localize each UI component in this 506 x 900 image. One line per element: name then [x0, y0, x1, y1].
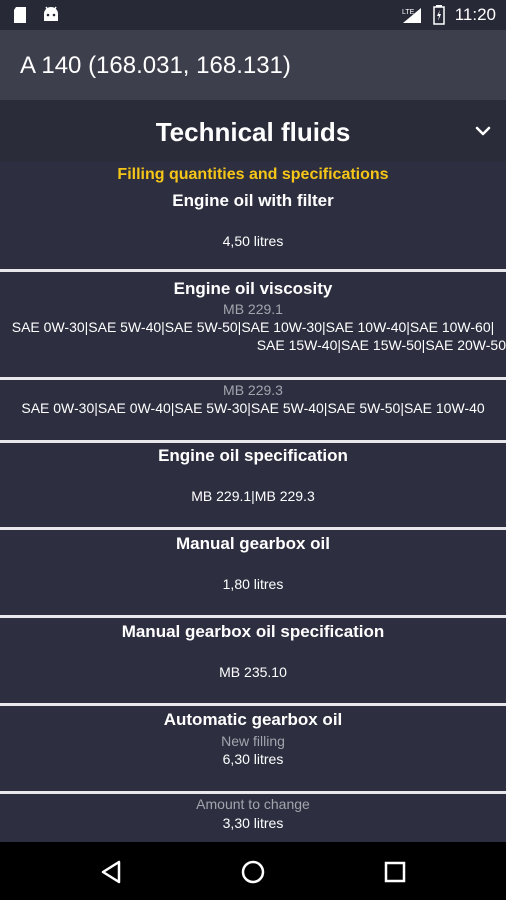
nav-bar [0, 842, 506, 900]
viscosity-mb2293-label: MB 229.3 [223, 382, 283, 398]
home-icon[interactable] [238, 857, 268, 887]
battery-icon [432, 5, 445, 25]
chevron-down-icon[interactable] [472, 120, 494, 142]
engine-oil-filter-title: Engine oil with filter [172, 191, 334, 210]
manual-gearbox-oil-title: Manual gearbox oil [176, 534, 330, 553]
manual-gearbox-oil-block: Manual gearbox oil 1,80 litres [0, 530, 506, 618]
sd-card-icon [14, 7, 26, 23]
engine-oil-filter-block: Engine oil with filter 4,50 litres [0, 186, 506, 272]
engine-oil-spec-block: Engine oil specification MB 229.1|MB 229… [0, 443, 506, 530]
manual-gearbox-spec-block: Manual gearbox oil specification MB 235.… [0, 618, 506, 706]
manual-gearbox-oil-value: 1,80 litres [222, 576, 284, 592]
new-filling-value: 6,30 litres [222, 751, 284, 767]
app-bar: A 140 (168.031, 168.131) [0, 30, 506, 100]
new-filling-label: New filling [221, 733, 285, 749]
auto-gearbox-oil-block: Automatic gearbox oil New filling 6,30 l… [0, 706, 506, 794]
engine-oil-spec-title: Engine oil specification [158, 446, 348, 465]
status-time: 11:20 [454, 5, 496, 24]
filling-subtitle: Filling quantities and specifications [117, 166, 389, 183]
amount-to-change-value: 3,30 litres [222, 815, 284, 831]
status-bar: LTE 11:20 [0, 0, 506, 30]
viscosity-mb2291-line2: SAE 15W-40|SAE 15W-50|SAE 20W-50 [256, 337, 506, 353]
section-title: Technical fluids [155, 117, 351, 147]
engine-oil-viscosity-block: Engine oil viscosity MB 229.1 SAE 0W-30|… [0, 272, 506, 380]
android-icon [44, 6, 58, 21]
viscosity-mb2293-line1: SAE 0W-30|SAE 0W-40|SAE 5W-30|SAE 5W-40|… [21, 400, 485, 416]
engine-oil-spec-value: MB 229.1|MB 229.3 [191, 488, 315, 504]
recents-icon[interactable] [380, 857, 410, 887]
back-icon[interactable] [97, 857, 127, 887]
fluids-content[interactable]: Filling quantities and specifications En… [0, 162, 506, 842]
page-title: A 140 (168.031, 168.131) [20, 52, 291, 79]
amount-to-change-block: Amount to change 3,30 litres [0, 794, 506, 842]
amount-to-change-label: Amount to change [196, 796, 310, 812]
svg-text:LTE: LTE [402, 9, 415, 16]
manual-gearbox-spec-value: MB 235.10 [219, 664, 287, 680]
viscosity-mb2291-label: MB 229.1 [223, 301, 283, 317]
signal-icon: LTE [402, 8, 421, 23]
engine-oil-viscosity-title: Engine oil viscosity [173, 279, 333, 298]
auto-gearbox-oil-title: Automatic gearbox oil [163, 710, 343, 729]
engine-oil-filter-value: 4,50 litres [222, 233, 284, 249]
manual-gearbox-spec-title: Manual gearbox oil specification [121, 622, 385, 641]
section-header-technical-fluids[interactable]: Technical fluids [0, 100, 506, 162]
viscosity-mb2293-block: MB 229.3 SAE 0W-30|SAE 0W-40|SAE 5W-30|S… [0, 380, 506, 443]
viscosity-mb2291-line1: SAE 0W-30|SAE 5W-40|SAE 5W-50|SAE 10W-30… [11, 319, 495, 335]
